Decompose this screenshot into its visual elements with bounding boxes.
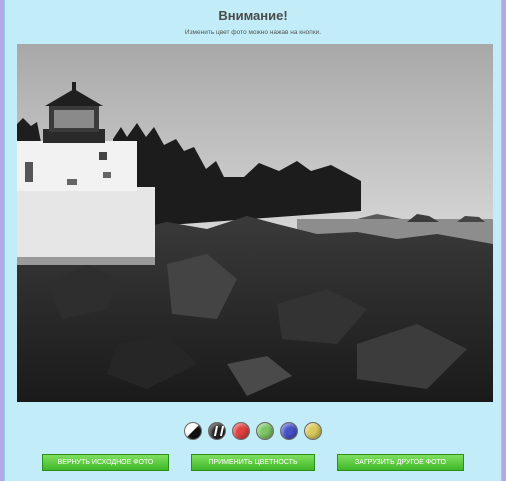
green-swatch[interactable] — [256, 422, 274, 440]
restore-photo-button[interactable]: Вернуть исходное фото — [42, 454, 169, 471]
color-swatches — [5, 422, 501, 440]
action-buttons: Вернуть исходное фото Применить цветност… — [5, 454, 501, 471]
black-white-swatch[interactable] — [184, 422, 202, 440]
yellow-swatch[interactable] — [304, 422, 322, 440]
red-swatch[interactable] — [232, 422, 250, 440]
dialog-panel: Внимание! Изменить цвет фото можно нажав… — [4, 0, 502, 481]
apply-color-button[interactable]: Применить цветность — [191, 454, 315, 471]
blue-swatch[interactable] — [280, 422, 298, 440]
dialog-title: Внимание! — [218, 8, 288, 23]
photo-preview — [17, 44, 493, 402]
dialog-subtitle: Изменить цвет фото можно нажав на кнопки… — [184, 29, 322, 36]
inverse-swatch[interactable] — [208, 422, 226, 440]
upload-photo-button[interactable]: Загрузить другое фото — [337, 454, 464, 471]
lighthouse-photo — [17, 44, 493, 402]
